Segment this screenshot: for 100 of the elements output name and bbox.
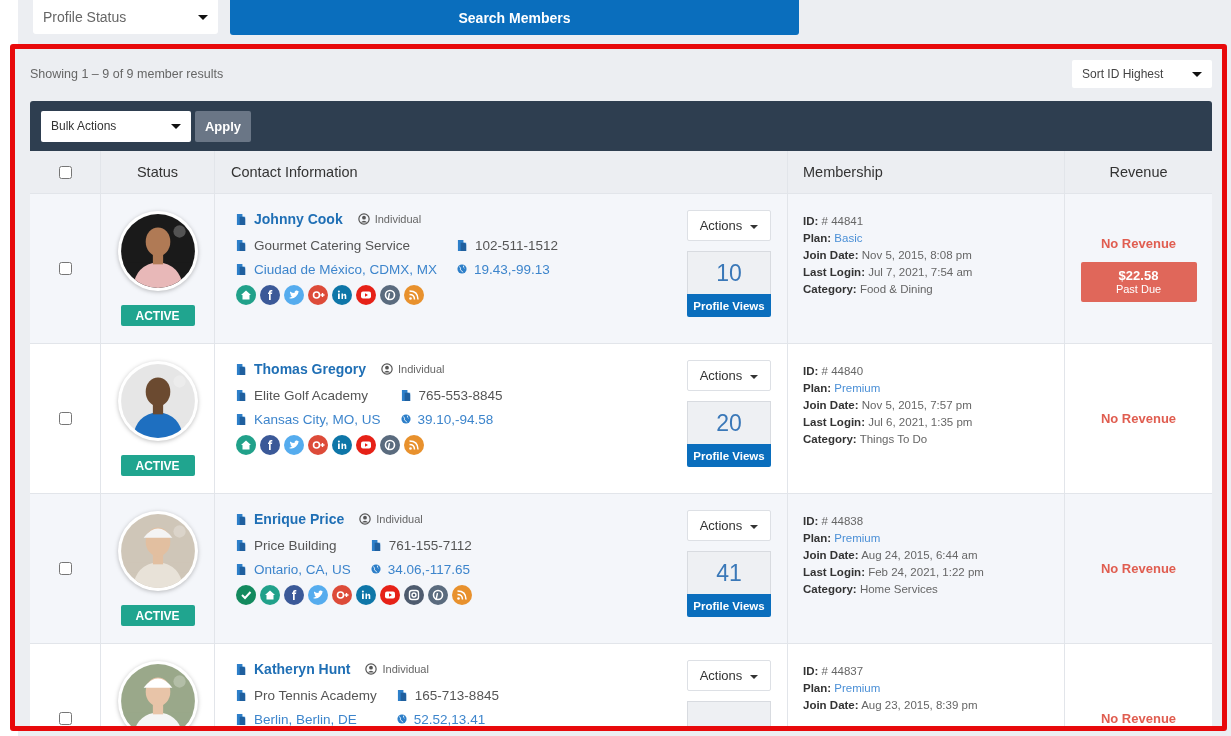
document-icon [236, 262, 247, 276]
actions-dropdown[interactable]: Actions [687, 510, 771, 541]
actions-dropdown[interactable]: Actions [687, 660, 771, 691]
location-link[interactable]: Ontario, CA, US [254, 561, 351, 577]
revenue-status: No Revenue [1100, 235, 1177, 251]
document-icon [236, 688, 247, 702]
column-header: Membership [803, 164, 883, 180]
social-link-icon[interactable] [260, 285, 280, 305]
bulk-actions-select[interactable]: Bulk Actions [41, 110, 191, 142]
location-link[interactable]: Ciudad de México, CDMX, MX [254, 261, 438, 277]
location-link[interactable]: Kansas City, MO, US [254, 411, 381, 427]
document-icon [236, 238, 247, 252]
membership-detail: Category: Home Services [803, 582, 939, 597]
document-icon [396, 688, 408, 702]
row-checkbox[interactable] [58, 262, 72, 275]
social-link-icon[interactable] [260, 435, 280, 455]
apply-button[interactable]: Apply [195, 110, 251, 142]
home-icon[interactable] [260, 585, 280, 605]
document-icon [236, 512, 247, 526]
row-checkbox[interactable] [58, 712, 72, 725]
profile-views-button[interactable]: Profile Views [687, 594, 771, 617]
select-all-checkbox[interactable] [58, 165, 72, 179]
membership-detail: Join Date: Nov 5, 2015, 8:08 pm [803, 248, 973, 263]
person-icon [381, 363, 394, 375]
home-icon[interactable] [236, 435, 256, 455]
status-badge: ACTIVE [120, 455, 195, 476]
member-name-link[interactable]: Enrique Price [254, 511, 345, 527]
membership-detail: Last Login: Jul 6, 2021, 1:35 pm [803, 415, 974, 430]
social-link-icon[interactable] [428, 585, 448, 605]
profile-views-button[interactable]: Profile Views [687, 294, 771, 317]
company-name: Elite Golf Academy [254, 387, 369, 403]
member-type: Individual [398, 363, 445, 375]
actions-dropdown[interactable]: Actions [687, 210, 771, 241]
document-icon [236, 212, 247, 226]
status-badge: ACTIVE [120, 305, 195, 326]
coordinates-link[interactable]: 34.06,-117.65 [387, 561, 471, 577]
actions-dropdown[interactable]: Actions [687, 360, 771, 391]
profile-views-button[interactable]: Profile Views [687, 444, 771, 467]
membership-detail: Join Date: Aug 23, 2015, 8:39 pm [803, 698, 979, 713]
column-header: Status [136, 164, 179, 180]
rss-icon[interactable] [452, 585, 472, 605]
row-checkbox[interactable] [58, 412, 72, 425]
profile-views-counter: 20 [687, 401, 771, 444]
play-icon[interactable] [356, 285, 376, 305]
person-icon [357, 213, 370, 225]
social-link-icon[interactable] [380, 435, 400, 455]
document-icon [400, 388, 412, 402]
social-link-icon[interactable] [380, 285, 400, 305]
membership-detail: Category: Food & Dining [803, 282, 934, 297]
member-name-link[interactable]: Thomas Gregory [254, 361, 367, 377]
membership-detail: ID: # 44837 [803, 664, 865, 679]
member-type: Individual [382, 663, 429, 675]
camera-icon[interactable] [404, 585, 424, 605]
membership-detail: ID: # 44841 [803, 214, 865, 229]
play-icon[interactable] [356, 435, 376, 455]
membership-detail: ID: # 44838 [803, 514, 865, 529]
home-icon[interactable] [236, 285, 256, 305]
location-link[interactable]: Berlin, Berlin, DE [254, 711, 357, 726]
revenue-status: No Revenue [1100, 711, 1177, 726]
person-icon [359, 513, 372, 525]
search-members-button[interactable]: Search Members [230, 0, 799, 35]
phone-number: 761-155-7112 [388, 537, 472, 553]
coordinates-link[interactable]: 19.43,-99.13 [474, 261, 550, 277]
social-link-icon[interactable] [284, 585, 304, 605]
globe-icon [370, 564, 381, 574]
membership-detail: Plan: Basic [803, 231, 864, 246]
membership-detail: Join Date: Nov 5, 2015, 7:57 pm [803, 398, 973, 413]
member-name-link[interactable]: Katheryn Hunt [254, 661, 351, 677]
company-name: Price Building [254, 537, 337, 553]
membership-detail: Last Login: Jul 7, 2021, 7:54 am [803, 265, 974, 280]
revenue-status: No Revenue [1100, 561, 1177, 576]
sort-select[interactable]: Sort ID Highest [1072, 60, 1212, 88]
social-link-icon[interactable] [332, 285, 352, 305]
rss-icon[interactable] [404, 435, 424, 455]
membership-detail: Plan: Premium [803, 531, 882, 546]
rss-icon[interactable] [404, 285, 424, 305]
play-icon[interactable] [380, 585, 400, 605]
membership-detail: Plan: Premium [803, 681, 882, 696]
social-link-icon[interactable] [356, 585, 376, 605]
membership-detail: Join Date: Aug 24, 2015, 6:44 am [803, 548, 979, 563]
phone-number: 765-553-8845 [418, 387, 503, 403]
document-icon [236, 412, 247, 426]
document-icon [236, 712, 247, 726]
member-type: Individual [374, 213, 422, 225]
coordinates-link[interactable]: 39.10,-94.58 [417, 411, 494, 427]
social-link-icon[interactable] [308, 285, 328, 305]
document-icon [236, 538, 247, 552]
social-link-icon[interactable] [308, 435, 328, 455]
profile-status-select[interactable]: Profile Status [33, 0, 218, 34]
person-icon [365, 663, 378, 675]
membership-detail: Last Login: Feb 24, 2021, 1:22 pm [803, 565, 985, 580]
social-link-icon[interactable] [332, 435, 352, 455]
results-summary: Showing 1 – 9 of 9 member results [30, 67, 224, 81]
row-checkbox[interactable] [58, 562, 72, 575]
member-name-link[interactable]: Johnny Cook [254, 211, 343, 227]
social-link-icon[interactable] [332, 585, 352, 605]
phone-number: 165-713-8845 [414, 687, 499, 703]
document-icon [236, 662, 247, 676]
check-icon[interactable] [236, 585, 256, 605]
coordinates-link[interactable]: 52.52,13.41 [413, 711, 486, 726]
